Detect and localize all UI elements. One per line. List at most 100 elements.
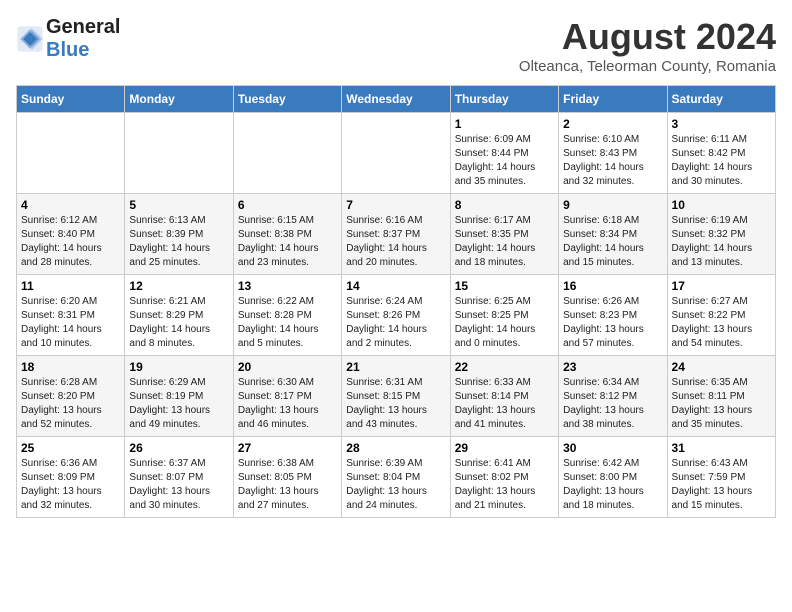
calendar-table: SundayMondayTuesdayWednesdayThursdayFrid… bbox=[16, 85, 776, 518]
day-info: Sunrise: 6:27 AMSunset: 8:22 PMDaylight:… bbox=[672, 295, 771, 351]
day-number: 12 bbox=[129, 279, 228, 293]
day-info: Sunrise: 6:28 AMSunset: 8:20 PMDaylight:… bbox=[21, 376, 120, 432]
day-number: 21 bbox=[346, 360, 445, 374]
calendar-cell: 4 Sunrise: 6:12 AMSunset: 8:40 PMDaylight… bbox=[17, 194, 125, 275]
day-info: Sunrise: 6:38 AMSunset: 8:05 PMDaylight:… bbox=[238, 457, 337, 513]
calendar-cell: 18 Sunrise: 6:28 AMSunset: 8:20 PMDayligh… bbox=[17, 356, 125, 437]
day-info: Sunrise: 6:22 AMSunset: 8:28 PMDaylight:… bbox=[238, 295, 337, 351]
calendar-cell: 21Sunrise: 6:31 AMSunset: 8:15 PMDayligh… bbox=[342, 356, 450, 437]
day-number: 30 bbox=[563, 441, 662, 455]
day-info: Sunrise: 6:11 AMSunset: 8:42 PMDaylight:… bbox=[672, 133, 771, 189]
day-number: 5 bbox=[129, 198, 228, 212]
day-info: Sunrise: 6:21 AMSunset: 8:29 PMDaylight:… bbox=[129, 295, 228, 351]
calendar-cell: 8 Sunrise: 6:17 AMSunset: 8:35 PMDaylight… bbox=[450, 194, 558, 275]
weekday-header-thursday: Thursday bbox=[450, 86, 558, 113]
calendar-cell bbox=[233, 113, 341, 194]
day-number: 1 bbox=[455, 117, 554, 131]
day-number: 2 bbox=[563, 117, 662, 131]
day-info: Sunrise: 6:16 AMSunset: 8:37 PMDaylight:… bbox=[346, 214, 445, 270]
day-number: 20 bbox=[238, 360, 337, 374]
weekday-header-tuesday: Tuesday bbox=[233, 86, 341, 113]
day-number: 28 bbox=[346, 441, 445, 455]
calendar-cell: 6 Sunrise: 6:15 AMSunset: 8:38 PMDaylight… bbox=[233, 194, 341, 275]
day-info: Sunrise: 6:37 AMSunset: 8:07 PMDaylight:… bbox=[129, 457, 228, 513]
day-number: 27 bbox=[238, 441, 337, 455]
weekday-header-monday: Monday bbox=[125, 86, 233, 113]
weekday-header-friday: Friday bbox=[559, 86, 667, 113]
day-info: Sunrise: 6:20 AMSunset: 8:31 PMDaylight:… bbox=[21, 295, 120, 351]
day-info: Sunrise: 6:30 AMSunset: 8:17 PMDaylight:… bbox=[238, 376, 337, 432]
day-number: 8 bbox=[455, 198, 554, 212]
day-info: Sunrise: 6:36 AMSunset: 8:09 PMDaylight:… bbox=[21, 457, 120, 513]
day-info: Sunrise: 6:39 AMSunset: 8:04 PMDaylight:… bbox=[346, 457, 445, 513]
calendar-cell: 16Sunrise: 6:26 AMSunset: 8:23 PMDayligh… bbox=[559, 275, 667, 356]
day-info: Sunrise: 6:17 AMSunset: 8:35 PMDaylight:… bbox=[455, 214, 554, 270]
day-info: Sunrise: 6:41 AMSunset: 8:02 PMDaylight:… bbox=[455, 457, 554, 513]
calendar-cell: 25 Sunrise: 6:36 AMSunset: 8:09 PMDayligh… bbox=[17, 437, 125, 518]
day-number: 9 bbox=[563, 198, 662, 212]
day-number: 7 bbox=[346, 198, 445, 212]
day-number: 6 bbox=[238, 198, 337, 212]
day-number: 31 bbox=[672, 441, 771, 455]
calendar-cell: 2 Sunrise: 6:10 AMSunset: 8:43 PMDaylight… bbox=[559, 113, 667, 194]
day-number: 3 bbox=[672, 117, 771, 131]
weekday-header-sunday: Sunday bbox=[17, 86, 125, 113]
calendar-cell: 28 Sunrise: 6:39 AMSunset: 8:04 PMDayligh… bbox=[342, 437, 450, 518]
day-info: Sunrise: 6:10 AMSunset: 8:43 PMDaylight:… bbox=[563, 133, 662, 189]
calendar-cell: 3 Sunrise: 6:11 AMSunset: 8:42 PMDaylight… bbox=[667, 113, 775, 194]
logo-general: General bbox=[46, 16, 120, 38]
day-number: 26 bbox=[129, 441, 228, 455]
day-info: Sunrise: 6:29 AMSunset: 8:19 PMDaylight:… bbox=[129, 376, 228, 432]
day-number: 4 bbox=[21, 198, 120, 212]
logo: General Blue bbox=[16, 16, 120, 62]
calendar-cell: 30 Sunrise: 6:42 AMSunset: 8:00 PMDayligh… bbox=[559, 437, 667, 518]
day-number: 29 bbox=[455, 441, 554, 455]
calendar-cell: 13 Sunrise: 6:22 AMSunset: 8:28 PMDayligh… bbox=[233, 275, 341, 356]
day-info: Sunrise: 6:19 AMSunset: 8:32 PMDaylight:… bbox=[672, 214, 771, 270]
calendar-cell: 23Sunrise: 6:34 AMSunset: 8:12 PMDayligh… bbox=[559, 356, 667, 437]
day-info: Sunrise: 6:18 AMSunset: 8:34 PMDaylight:… bbox=[563, 214, 662, 270]
day-info: Sunrise: 6:43 AMSunset: 7:59 PMDaylight:… bbox=[672, 457, 771, 513]
weekday-header-wednesday: Wednesday bbox=[342, 86, 450, 113]
calendar-cell bbox=[17, 113, 125, 194]
day-number: 17 bbox=[672, 279, 771, 293]
calendar-cell bbox=[342, 113, 450, 194]
day-info: Sunrise: 6:24 AMSunset: 8:26 PMDaylight:… bbox=[346, 295, 445, 351]
calendar-cell: 31 Sunrise: 6:43 AMSunset: 7:59 PMDayligh… bbox=[667, 437, 775, 518]
day-number: 18 bbox=[21, 360, 120, 374]
calendar-cell: 29 Sunrise: 6:41 AMSunset: 8:02 PMDayligh… bbox=[450, 437, 558, 518]
day-number: 22 bbox=[455, 360, 554, 374]
calendar-cell: 5 Sunrise: 6:13 AMSunset: 8:39 PMDaylight… bbox=[125, 194, 233, 275]
day-info: Sunrise: 6:25 AMSunset: 8:25 PMDaylight:… bbox=[455, 295, 554, 351]
calendar-cell: 1Sunrise: 6:09 AMSunset: 8:44 PMDaylight… bbox=[450, 113, 558, 194]
main-title: August 2024 bbox=[519, 16, 776, 58]
calendar-cell: 15Sunrise: 6:25 AMSunset: 8:25 PMDayligh… bbox=[450, 275, 558, 356]
calendar-cell: 17 Sunrise: 6:27 AMSunset: 8:22 PMDayligh… bbox=[667, 275, 775, 356]
day-info: Sunrise: 6:33 AMSunset: 8:14 PMDaylight:… bbox=[455, 376, 554, 432]
day-info: Sunrise: 6:35 AMSunset: 8:11 PMDaylight:… bbox=[672, 376, 771, 432]
calendar-cell: 11 Sunrise: 6:20 AMSunset: 8:31 PMDayligh… bbox=[17, 275, 125, 356]
calendar-cell: 20 Sunrise: 6:30 AMSunset: 8:17 PMDayligh… bbox=[233, 356, 341, 437]
day-number: 13 bbox=[238, 279, 337, 293]
day-number: 14 bbox=[346, 279, 445, 293]
day-info: Sunrise: 6:42 AMSunset: 8:00 PMDaylight:… bbox=[563, 457, 662, 513]
calendar-cell: 7 Sunrise: 6:16 AMSunset: 8:37 PMDaylight… bbox=[342, 194, 450, 275]
calendar-cell bbox=[125, 113, 233, 194]
page-header: General Blue August 2024 Olteanca, Teleo… bbox=[16, 16, 776, 75]
title-block: August 2024 Olteanca, Teleorman County, … bbox=[519, 16, 776, 75]
calendar-cell: 22 Sunrise: 6:33 AMSunset: 8:14 PMDayligh… bbox=[450, 356, 558, 437]
calendar-cell: 26 Sunrise: 6:37 AMSunset: 8:07 PMDayligh… bbox=[125, 437, 233, 518]
calendar-cell: 14 Sunrise: 6:24 AMSunset: 8:26 PMDayligh… bbox=[342, 275, 450, 356]
calendar-cell: 19 Sunrise: 6:29 AMSunset: 8:19 PMDayligh… bbox=[125, 356, 233, 437]
day-info: Sunrise: 6:12 AMSunset: 8:40 PMDaylight:… bbox=[21, 214, 120, 270]
day-number: 24 bbox=[672, 360, 771, 374]
calendar-cell: 10Sunrise: 6:19 AMSunset: 8:32 PMDayligh… bbox=[667, 194, 775, 275]
day-info: Sunrise: 6:13 AMSunset: 8:39 PMDaylight:… bbox=[129, 214, 228, 270]
day-number: 19 bbox=[129, 360, 228, 374]
day-info: Sunrise: 6:15 AMSunset: 8:38 PMDaylight:… bbox=[238, 214, 337, 270]
subtitle: Olteanca, Teleorman County, Romania bbox=[519, 58, 776, 75]
day-number: 11 bbox=[21, 279, 120, 293]
day-number: 25 bbox=[21, 441, 120, 455]
calendar-cell: 27 Sunrise: 6:38 AMSunset: 8:05 PMDayligh… bbox=[233, 437, 341, 518]
day-number: 23 bbox=[563, 360, 662, 374]
